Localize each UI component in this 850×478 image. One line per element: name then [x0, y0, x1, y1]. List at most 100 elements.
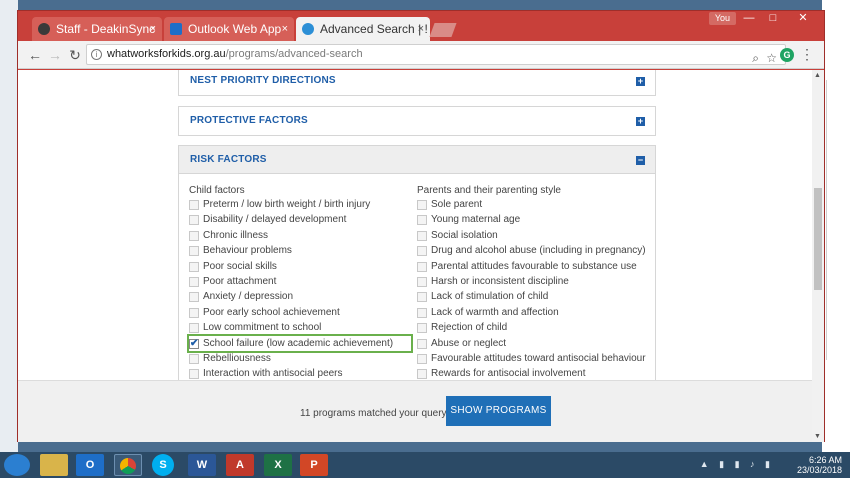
- checkbox-icon[interactable]: [417, 276, 427, 287]
- checkbox-icon[interactable]: [417, 200, 427, 210]
- tab-outlook[interactable]: Outlook Web App ×: [164, 17, 294, 41]
- scrollbar-thumb[interactable]: [814, 188, 822, 290]
- window-user-label[interactable]: You: [708, 12, 736, 25]
- clock[interactable]: 6:26 AM 23/03/2018: [782, 455, 842, 475]
- option-label: School failure (low academic achievement…: [203, 337, 394, 349]
- section-nest-priority[interactable]: NEST PRIORITY DIRECTIONS +: [178, 70, 656, 96]
- start-button[interactable]: [4, 454, 30, 476]
- checkbox-icon[interactable]: [189, 261, 199, 272]
- checkbox-icon[interactable]: [189, 246, 199, 257]
- reload-icon[interactable]: ↻: [66, 46, 84, 64]
- parent-factor-checkbox-option[interactable]: Parental attitudes favourable to substan…: [417, 259, 653, 274]
- child-factor-checkbox-option[interactable]: Chronic illness: [189, 228, 411, 243]
- acrobat-taskbar-icon[interactable]: A: [226, 454, 254, 476]
- powerpoint-taskbar-icon[interactable]: P: [300, 454, 328, 476]
- search-icon[interactable]: ⌕: [752, 49, 759, 68]
- address-bar[interactable]: i whatworksforkids.org.au/programs/advan…: [86, 44, 786, 65]
- file-explorer-icon[interactable]: [40, 454, 68, 476]
- option-label: Social isolation: [431, 229, 498, 241]
- checkbox-icon[interactable]: [417, 323, 427, 334]
- child-factor-checkbox-option[interactable]: Poor social skills: [189, 259, 411, 274]
- child-factor-checkbox-option[interactable]: Preterm / low birth weight / birth injur…: [189, 197, 411, 212]
- checkbox-icon[interactable]: [189, 200, 199, 210]
- parent-factor-checkbox-option[interactable]: Abuse or neglect: [417, 336, 653, 351]
- page-scrollbar[interactable]: ▲ ▼: [812, 70, 824, 442]
- checkbox-checked-icon[interactable]: ✔: [189, 338, 199, 349]
- child-factor-checkbox-option[interactable]: Poor attachment: [189, 274, 411, 289]
- child-factor-checkbox-option[interactable]: Rebelliousness: [189, 351, 411, 366]
- option-label: Poor early school achievement: [203, 306, 340, 318]
- child-factor-checkbox-option[interactable]: ✔ School failure (low academic achievemen…: [187, 333, 413, 353]
- info-icon[interactable]: i: [91, 49, 102, 60]
- checkbox-icon[interactable]: [189, 369, 199, 380]
- option-label: Interaction with antisocial peers: [203, 368, 343, 380]
- site-icon: [302, 23, 314, 35]
- checkbox-icon[interactable]: [417, 261, 427, 272]
- checkbox-icon[interactable]: [417, 353, 427, 364]
- parent-factor-checkbox-option[interactable]: Social isolation: [417, 228, 653, 243]
- background-window-left: [0, 0, 18, 452]
- parent-factor-checkbox-option[interactable]: Lack of stimulation of child: [417, 289, 653, 304]
- checkbox-icon[interactable]: [189, 323, 199, 334]
- match-count-text: 11 programs matched your query: [300, 408, 447, 419]
- checkbox-icon[interactable]: [189, 276, 199, 287]
- tab-deakinsync[interactable]: Staff - DeakinSync ×: [32, 17, 162, 41]
- checkbox-icon[interactable]: [417, 307, 427, 318]
- option-label: Rewards for antisocial involvement: [431, 368, 586, 380]
- checkbox-icon[interactable]: [417, 215, 427, 226]
- section-title[interactable]: RISK FACTORS: [179, 146, 655, 174]
- parent-factor-checkbox-option[interactable]: Sole parent: [417, 197, 653, 212]
- word-taskbar-icon[interactable]: W: [188, 454, 216, 476]
- expand-plus-icon[interactable]: +: [636, 117, 645, 126]
- section-protective-factors[interactable]: PROTECTIVE FACTORS +: [178, 106, 656, 136]
- parent-factor-checkbox-option[interactable]: Favourable attitudes toward antisocial b…: [417, 351, 653, 366]
- close-tab-icon[interactable]: ×: [418, 17, 424, 41]
- parent-factor-checkbox-option[interactable]: Drug and alcohol abuse (including in pre…: [417, 243, 653, 258]
- collapse-minus-icon[interactable]: −: [636, 156, 645, 165]
- outlook-taskbar-icon[interactable]: O: [76, 454, 104, 476]
- excel-taskbar-icon[interactable]: X: [264, 454, 292, 476]
- scroll-up-icon[interactable]: ▲: [814, 72, 821, 79]
- parent-factor-checkbox-option[interactable]: Lack of warmth and affection: [417, 305, 653, 320]
- back-arrow-icon[interactable]: ←: [26, 46, 44, 64]
- checkbox-icon[interactable]: [189, 230, 199, 241]
- checkbox-icon[interactable]: [417, 246, 427, 257]
- clock-time: 6:26 AM: [808, 455, 842, 465]
- child-factor-checkbox-option[interactable]: Anxiety / depression: [189, 289, 411, 304]
- section-title: NEST PRIORITY DIRECTIONS: [190, 75, 336, 86]
- show-programs-button[interactable]: SHOW PROGRAMS: [446, 396, 551, 426]
- minimize-button[interactable]: —: [738, 12, 760, 26]
- child-factor-checkbox-option[interactable]: Disability / delayed development: [189, 212, 411, 227]
- checkbox-icon[interactable]: [417, 369, 427, 380]
- grammarly-extension-icon[interactable]: G: [780, 48, 794, 62]
- expand-plus-icon[interactable]: +: [636, 77, 645, 86]
- checkbox-icon[interactable]: [417, 338, 427, 349]
- close-tab-icon[interactable]: ×: [150, 17, 156, 41]
- close-tab-icon[interactable]: ×: [282, 17, 288, 41]
- forward-arrow-icon[interactable]: →: [46, 46, 64, 64]
- parent-factor-checkbox-option[interactable]: Rejection of child: [417, 320, 653, 335]
- system-tray-icons[interactable]: ▲ ▮ ▮ ♪ ▮: [700, 459, 774, 470]
- tab-advanced-search[interactable]: Advanced Search | ! ×: [296, 17, 430, 41]
- new-tab-button[interactable]: [429, 23, 457, 37]
- checkbox-icon[interactable]: [417, 230, 427, 241]
- checkbox-icon[interactable]: [189, 307, 199, 318]
- option-label: Anxiety / depression: [203, 291, 294, 303]
- child-factor-checkbox-option[interactable]: Behaviour problems: [189, 243, 411, 258]
- more-menu-icon[interactable]: ⋮: [800, 46, 814, 63]
- checkbox-icon[interactable]: [189, 292, 199, 303]
- skype-taskbar-icon[interactable]: S: [152, 454, 174, 476]
- scroll-down-icon[interactable]: ▼: [814, 433, 821, 440]
- maximize-button[interactable]: □: [762, 12, 784, 26]
- chrome-taskbar-icon[interactable]: [114, 454, 142, 476]
- checkbox-icon[interactable]: [189, 353, 199, 364]
- child-factor-checkbox-option[interactable]: Poor early school achievement: [189, 305, 411, 320]
- star-icon[interactable]: ☆: [766, 49, 777, 68]
- option-label: Parental attitudes favourable to substan…: [431, 260, 637, 272]
- close-window-button[interactable]: ✕: [786, 12, 820, 26]
- child-factor-checkbox-option[interactable]: Low commitment to school: [189, 320, 411, 335]
- parent-factor-checkbox-option[interactable]: Young maternal age: [417, 212, 653, 227]
- checkbox-icon[interactable]: [189, 215, 199, 226]
- parent-factor-checkbox-option[interactable]: Harsh or inconsistent discipline: [417, 274, 653, 289]
- checkbox-icon[interactable]: [417, 292, 427, 303]
